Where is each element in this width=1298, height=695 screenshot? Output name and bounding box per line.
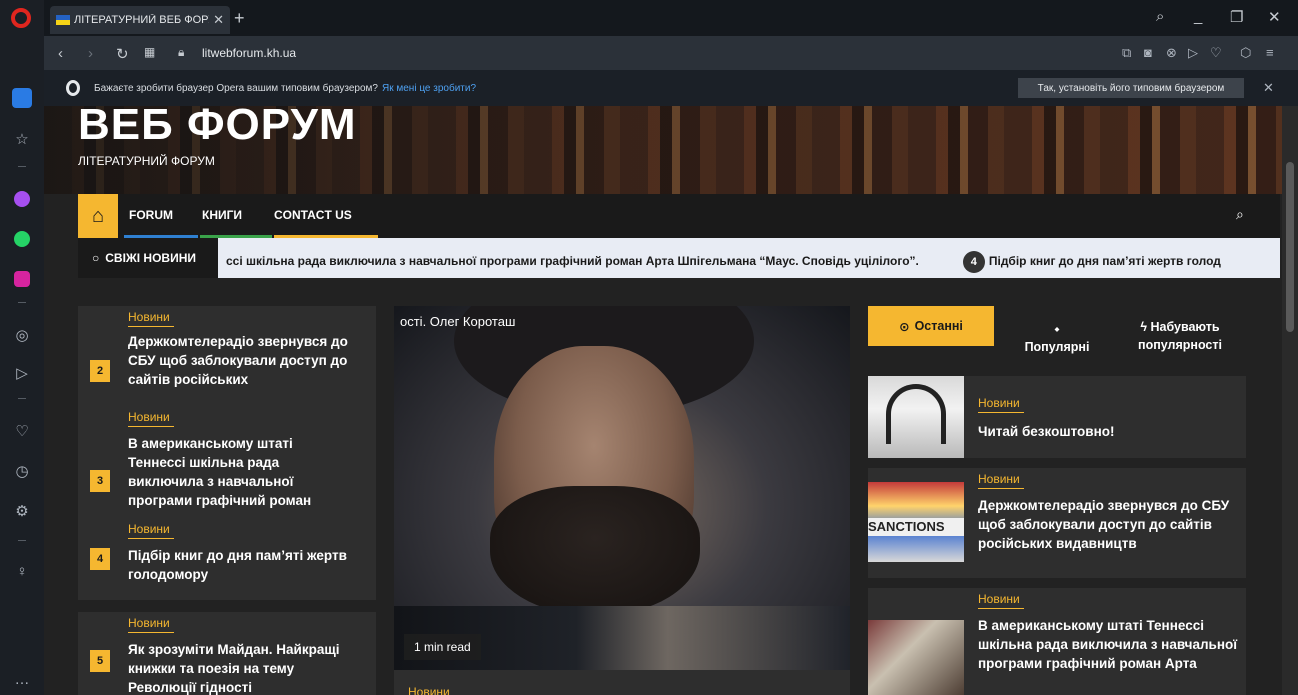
item-number: 4 [90,548,110,570]
featured-caption[interactable]: ості. Олег Короташ [400,314,515,329]
restore-icon[interactable]: ❐ [1230,8,1243,26]
sanctions-thumbnail: SANCTIONS [868,482,964,562]
read-time-badge: 1 min read [404,634,481,660]
player-icon[interactable]: ◎ [11,324,33,346]
menu-contact[interactable]: CONTACT US [274,208,352,222]
close-bar-icon[interactable]: ✕ [1263,80,1274,96]
featured-meta: Новини [394,670,850,695]
how-to-link[interactable]: Як мені це зробити? [382,83,476,94]
item-title[interactable]: Як зрозуміти Майдан. Найкращі книжки та … [128,640,348,695]
address-bar: ‹ › ↻ ▦ 🔒︎ litwebforum.kh.ua ⧉ ◙ ⊗ ▷ ♡ ⬡… [44,36,1298,70]
workspace-icon[interactable] [12,88,32,108]
item-title[interactable]: Держкомтелерадіо звернувся до СБУ щоб за… [978,496,1238,553]
featured-category[interactable]: Новини [408,685,450,695]
star-icon[interactable]: ☆ [11,128,33,150]
send-icon[interactable]: ▷ [1188,45,1198,61]
sidebar-separator [18,540,26,541]
sidebar-separator [18,398,26,399]
tab-latest[interactable]: ⊙ Останні [868,306,994,346]
default-browser-prompt: Бажаєте зробити браузер Opera вашим типо… [94,83,477,94]
web-page: ВЕБ ФОРУМ ЛІТЕРАТУРНИЙ ФОРУМ ⌂ FORUM КНИ… [44,106,1282,695]
url-field[interactable]: litwebforum.kh.ua [202,46,296,60]
fire-icon: ⬩ [1054,322,1060,336]
clock-icon: ⊙ [899,319,910,334]
bolt-icon: ϟ [1140,320,1151,334]
item-category[interactable]: Новини [128,616,170,630]
list-item[interactable]: SANCTIONS Новини Держкомтелерадіо зверну… [868,468,1246,578]
item-category[interactable]: Новини [978,592,1020,606]
site-subtitle: ЛІТЕРАТУРНИЙ ФОРУМ [78,154,215,168]
back-icon[interactable]: ‹ [58,45,63,62]
tab-bar: ЛІТЕРАТУРНИЙ ВЕБ ФОРУ ✕ + ⌕ _ ❐ ✕ [44,0,1298,36]
close-tab-icon[interactable]: ✕ [213,12,224,28]
opera-logo-icon[interactable] [11,8,31,28]
item-number: 2 [90,360,110,382]
tab-title: ЛІТЕРАТУРНИЙ ВЕБ ФОРУ [74,14,210,26]
search-icon[interactable]: ⌕ [1156,8,1164,25]
main-menu: ⌂ FORUM КНИГИ CONTACT US ⌕ [78,194,1280,238]
scrollbar-thumb[interactable] [1286,162,1294,332]
extensions-icon[interactable]: ⬡ [1240,45,1251,61]
new-tab-icon[interactable]: + [234,8,245,29]
tab-trending[interactable]: ϟ Набувають популярності [1122,318,1238,354]
instagram-icon[interactable] [11,268,33,290]
item-category[interactable]: Новини [128,522,170,536]
item-title[interactable]: Підбір книг до дня пам’яті жертв голодом… [128,546,348,584]
item-number: 5 [90,650,110,672]
browser-tab[interactable]: ЛІТЕРАТУРНИЙ ВЕБ ФОРУ ✕ [50,6,230,34]
whatsapp-icon[interactable] [11,228,33,250]
home-icon[interactable]: ⌂ [78,194,118,238]
featured-article[interactable]: ості. Олег Короташ 1 min read [394,306,850,670]
ticker-text[interactable]: ссі шкільна рада виключила з навчальної … [226,251,1221,273]
default-browser-bar: Бажаєте зробити браузер Opera вашим типо… [44,70,1298,106]
menu-books[interactable]: КНИГИ [202,208,242,222]
news-ticker: ○ СВІЖІ НОВИНИ ссі шкільна рада виключила… [78,238,1280,278]
site-title[interactable]: ВЕБ ФОРУМ [78,106,357,150]
easy-setup-icon[interactable]: ≡ [1266,45,1274,60]
menu-forum[interactable]: FORUM [129,208,173,222]
ticker-badge: 4 [962,251,985,273]
list-item[interactable]: Новини Читай безкоштовно! [868,376,1246,458]
scrollbar[interactable] [1282,106,1298,695]
item-number: 3 [90,470,110,492]
lock-icon: 🔒︎ [178,45,185,59]
ticker-label: ○ СВІЖІ НОВИНИ [78,238,218,278]
flow-icon[interactable]: ▷ [11,362,33,384]
item-title[interactable]: В американському штаті Теннессі шкільна … [128,434,348,510]
messenger-icon[interactable] [11,188,33,210]
item-category[interactable]: Новини [128,310,170,324]
sidebar-separator [18,302,26,303]
item-category[interactable]: Новини [128,410,170,424]
more-icon[interactable]: … [11,668,33,690]
forward-icon[interactable]: › [88,45,93,62]
list-item[interactable]: Новини В американському штаті Теннессі ш… [868,588,1246,695]
settings-icon[interactable]: ⚙ [11,500,33,522]
sidebar-separator [18,166,26,167]
close-window-icon[interactable]: ✕ [1268,8,1281,26]
heart-icon[interactable]: ♡ [11,420,33,442]
tips-icon[interactable]: ♀ [11,560,33,582]
minimize-icon[interactable]: _ [1194,8,1202,25]
search-icon[interactable]: ⌕ [1236,206,1244,223]
item-category[interactable]: Новини [978,472,1020,486]
set-default-button[interactable]: Так, установіть його типовим браузером [1018,78,1244,98]
flag-icon [56,15,70,25]
item-title[interactable]: Читай безкоштовно! [978,422,1238,441]
item-category[interactable]: Новини [978,396,1020,410]
camera-icon[interactable]: ◙ [1144,45,1152,60]
item-title[interactable]: Держкомтелерадіо звернувся до СБУ щоб за… [128,332,348,389]
opera-sidebar: ☆ ◎ ▷ ♡ ◷ ⚙ ♀ … [0,0,44,695]
clock-icon: ○ [92,251,100,265]
speed-dial-icon[interactable]: ▦ [144,45,155,59]
snapshot-icon[interactable]: ⧉ [1122,45,1131,61]
reload-icon[interactable]: ↻ [116,45,129,63]
opera-small-logo-icon [66,80,80,96]
maus-thumbnail [868,620,964,695]
tab-popular[interactable]: ⬩ Популярні [1012,320,1102,356]
history-icon[interactable]: ◷ [11,460,33,482]
bookmark-heart-icon[interactable]: ♡ [1210,45,1222,61]
item-title[interactable]: В американському штаті Теннессі шкільна … [978,616,1238,673]
block-icon[interactable]: ⊗ [1166,45,1177,61]
headphones-thumbnail [868,376,964,458]
